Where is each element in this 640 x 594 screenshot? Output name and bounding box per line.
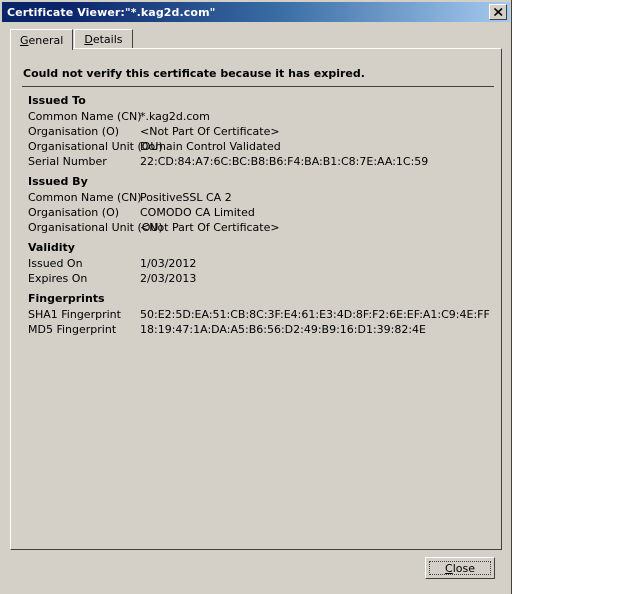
field-label: Issued On [28,257,83,270]
field-value: *.kag2d.com [140,110,210,123]
field-value: <Not Part Of Certificate> [140,125,280,138]
field-label: Serial Number [28,155,107,168]
field-value: COMODO CA Limited [140,206,255,219]
tab-details-label: Details [84,32,123,46]
tab-strip: General Details [10,29,133,50]
field-value: PositiveSSL CA 2 [140,191,232,204]
field-label: Expires On [28,272,88,285]
field-row: Issued On 1/03/2012 [11,256,503,271]
tab-general[interactable]: General [10,29,74,50]
field-value: 18:19:47:1A:DA:A5:B6:56:D2:49:B9:16:D1:3… [140,323,427,336]
field-label: Organisational Unit (OU) [28,221,163,234]
certificate-viewer-dialog: Certificate Viewer:"*.kag2d.com" General… [0,0,512,594]
field-row: Expires On 2/03/2013 [11,271,503,286]
tab-general-label: General [20,33,64,47]
field-value: Domain Control Validated [140,140,281,153]
certificate-sections: Issued To Common Name (CN) *.kag2d.com O… [11,93,503,342]
field-value: 1/03/2012 [140,257,197,270]
field-row: Organisation (O) <Not Part Of Certificat… [11,124,503,139]
field-row: Organisational Unit (OU) <Not Part Of Ce… [11,220,503,235]
general-tab-panel: Could not verify this certificate becaus… [10,48,502,550]
field-label: SHA1 Fingerprint [28,308,121,321]
tab-details[interactable]: Details [74,29,133,48]
expired-warning-text: Could not verify this certificate becaus… [23,67,365,80]
field-row: Organisational Unit (OU) Domain Control … [11,139,503,154]
field-label: Organisation (O) [28,125,120,138]
field-value: <Not Part Of Certificate> [140,221,280,234]
section-title: Issued To [28,94,86,107]
field-value: 2/03/2013 [140,272,197,285]
field-row: Serial Number 22:CD:84:A7:6C:BC:B8:B6:F4… [11,154,503,169]
field-value: 22:CD:84:A7:6C:BC:B8:B6:F4:BA:B1:C8:7E:A… [140,155,429,168]
field-row: SHA1 Fingerprint 50:E2:5D:EA:51:CB:8C:3F… [11,307,503,322]
section-title: Fingerprints [28,292,105,305]
section-validity: Validity Issued On 1/03/2012 Expires On … [11,240,503,286]
section-issued-to: Issued To Common Name (CN) *.kag2d.com O… [11,93,503,169]
field-value: 50:E2:5D:EA:51:CB:8C:3F:E4:61:E3:4D:8F:F… [140,308,490,321]
field-row: Common Name (CN) *.kag2d.com [11,109,503,124]
field-label: Common Name (CN) [28,110,142,123]
close-x-icon[interactable] [489,4,507,20]
section-title: Validity [28,241,75,254]
section-title: Issued By [28,175,88,188]
field-label: Organisational Unit (OU) [28,140,163,153]
field-row: Common Name (CN) PositiveSSL CA 2 [11,190,503,205]
field-label: Common Name (CN) [28,191,142,204]
close-button-label: Close [429,561,491,575]
field-row: MD5 Fingerprint 18:19:47:1A:DA:A5:B6:56:… [11,322,503,337]
close-button[interactable]: Close [425,557,495,579]
window-title: Certificate Viewer:"*.kag2d.com" [7,5,216,19]
section-fingerprints: Fingerprints SHA1 Fingerprint 50:E2:5D:E… [11,291,503,337]
title-bar[interactable]: Certificate Viewer:"*.kag2d.com" [2,2,510,22]
field-label: MD5 Fingerprint [28,323,117,336]
field-row: Organisation (O) COMODO CA Limited [11,205,503,220]
field-label: Organisation (O) [28,206,120,219]
section-issued-by: Issued By Common Name (CN) PositiveSSL C… [11,174,503,235]
warning-divider [22,86,494,87]
